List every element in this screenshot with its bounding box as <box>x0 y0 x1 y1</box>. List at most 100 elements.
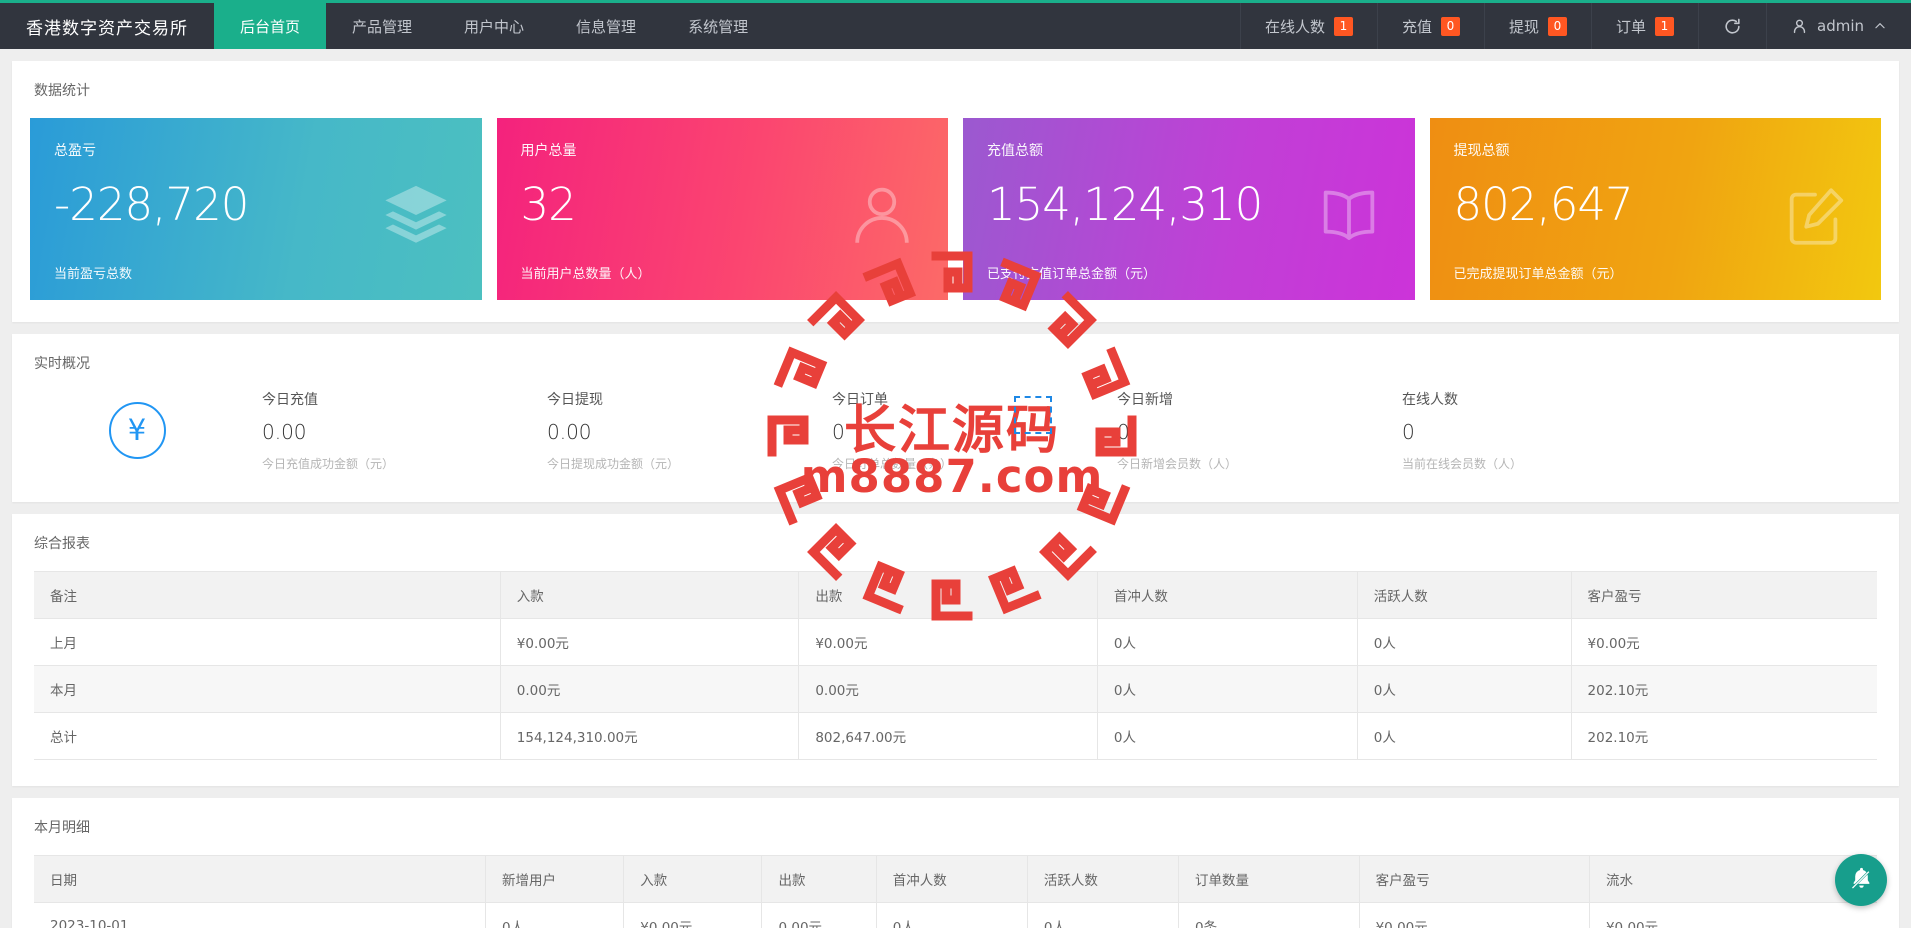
note-edit-icon <box>1777 180 1853 254</box>
header-online-count[interactable]: 在线人数 1 <box>1239 3 1377 49</box>
stat-card-total-withdraw[interactable]: 提现总额 802,647 已完成提现订单总金额（元） <box>1429 118 1881 300</box>
stat-card-total-users[interactable]: 用户总量 32 当前用户总数量（人） <box>496 118 948 300</box>
realtime-overview-panel: 实时概况 ¥ 今日充值 0.00 今日充值成功金额（元） 今日提现 0.00 今… <box>12 334 1899 502</box>
nav-item-label: 用户中心 <box>464 17 525 36</box>
notification-mute-button[interactable] <box>1835 854 1887 906</box>
table-cell: 0人 <box>1356 618 1572 666</box>
realtime-item-label: 今日提现 <box>547 392 603 408</box>
user-group-icon <box>844 180 920 254</box>
table-cell: ¥0.00元 <box>1570 618 1877 666</box>
nav-item-label: 产品管理 <box>352 17 413 36</box>
table-row: 2023-10-01 0人 ¥0.00元 0.00元 0人 0人 0条 ¥0.0… <box>34 902 1877 928</box>
table-cell: ¥0.00元 <box>499 618 799 666</box>
realtime-item-label: 今日新增 <box>1117 392 1173 408</box>
table-cell: 0.00元 <box>499 665 799 713</box>
column-header: 备注 <box>34 571 501 619</box>
realtime-item-value: 0.00 <box>547 420 592 444</box>
nav-item-dashboard[interactable]: 后台首页 <box>214 3 327 49</box>
stat-card-sub: 已支付充值订单总金额（元） <box>987 267 1157 282</box>
realtime-item-sub: 当前在线会员数（人） <box>1402 457 1523 471</box>
column-header: 出款 <box>798 571 1098 619</box>
stat-card-title: 提现总额 <box>1453 143 1510 159</box>
realtime-item-value: 0 <box>1117 420 1130 444</box>
table-cell: 本月 <box>34 665 501 713</box>
column-header: 首冲人数 <box>1096 571 1358 619</box>
realtime-item-value: 0 <box>1402 420 1415 444</box>
column-header: 日期 <box>34 855 486 903</box>
realtime-item-label: 今日充值 <box>262 392 318 408</box>
table-cell: ¥0.00元 <box>1358 902 1590 928</box>
stat-card-sub: 当前用户总数量（人） <box>520 267 651 282</box>
table-cell: 0人 <box>1356 712 1572 760</box>
table-cell: 802,647.00元 <box>798 712 1098 760</box>
column-header: 出款 <box>761 855 877 903</box>
realtime-item-online-count: 在线人数 0 当前在线会员数（人） <box>1402 389 1687 472</box>
stat-card-total-recharge[interactable]: 充值总额 154,124,310 已支付充值订单总金额（元） <box>963 118 1415 300</box>
summary-report-panel: 综合报表 备注 入款 出款 首冲人数 活跃人数 客户盈亏 上月 ¥0.00元 ¥… <box>12 514 1899 786</box>
column-header: 活跃人数 <box>1356 571 1572 619</box>
realtime-overview-title: 实时概况 <box>34 356 90 372</box>
column-header: 活跃人数 <box>1026 855 1179 903</box>
yen-glyph: ¥ <box>127 413 147 447</box>
header-withdraw-badge: 0 <box>1547 16 1567 36</box>
header-recharge[interactable]: 充值 0 <box>1376 3 1484 49</box>
stat-card-sub: 当前盈亏总数 <box>54 267 133 282</box>
layers-icon <box>378 180 454 254</box>
table-header-row: 日期 新增用户 入款 出款 首冲人数 活跃人数 订单数量 客户盈亏 流水 <box>34 855 1877 903</box>
table-cell: 0人 <box>1096 618 1358 666</box>
refresh-button[interactable] <box>1698 3 1766 49</box>
stat-card-total-pnl[interactable]: 总盈亏 -228,720 当前盈亏总数 <box>30 118 482 300</box>
summary-report-table: 备注 入款 出款 首冲人数 活跃人数 客户盈亏 上月 ¥0.00元 ¥0.00元… <box>34 571 1877 760</box>
nav-item-label: 后台首页 <box>240 17 301 36</box>
table-cell: 上月 <box>34 618 501 666</box>
nav-item-info-management[interactable]: 信息管理 <box>550 3 662 49</box>
month-detail-table-wrap: 日期 新增用户 入款 出款 首冲人数 活跃人数 订单数量 客户盈亏 流水 202… <box>12 841 1899 928</box>
table-cell: 0人 <box>1096 665 1358 713</box>
realtime-item-sub: 今日充值成功金额（元） <box>262 457 395 471</box>
column-header: 新增用户 <box>485 855 624 903</box>
header-withdraw[interactable]: 提现 0 <box>1483 3 1591 49</box>
stat-card-title: 充值总额 <box>987 143 1043 159</box>
summary-report-table-wrap: 备注 入款 出款 首冲人数 活跃人数 客户盈亏 上月 ¥0.00元 ¥0.00元… <box>12 557 1899 786</box>
nav-item-user-center[interactable]: 用户中心 <box>438 3 550 49</box>
column-header: 订单数量 <box>1177 855 1360 903</box>
table-row: 总计 154,124,310.00元 802,647.00元 0人 0人 202… <box>34 712 1877 760</box>
user-name-label: admin <box>1817 17 1864 35</box>
header-orders[interactable]: 订单 1 <box>1590 3 1698 49</box>
column-header: 首冲人数 <box>875 855 1028 903</box>
realtime-item-value: 0.00 <box>262 420 307 444</box>
table-cell: 0条 <box>1177 902 1360 928</box>
month-detail-table: 日期 新增用户 入款 出款 首冲人数 活跃人数 订单数量 客户盈亏 流水 202… <box>34 855 1877 928</box>
nav-item-system-management[interactable]: 系统管理 <box>662 3 774 49</box>
realtime-item-today-orders: 今日订单 0 今日订单总数量（条） <box>832 389 1117 472</box>
month-detail-title: 本月明细 <box>34 820 90 836</box>
top-navigation-bar: 香港数字资产交易所 后台首页 产品管理 用户中心 信息管理 系统管理 在线人数 … <box>0 0 1911 49</box>
table-cell: 2023-10-01 <box>34 902 486 928</box>
header-online-count-badge: 1 <box>1333 16 1353 36</box>
brand-title: 香港数字资产交易所 <box>26 18 188 39</box>
nav-item-label: 系统管理 <box>688 17 749 36</box>
realtime-item-today-recharge: 今日充值 0.00 今日充值成功金额（元） <box>262 389 547 472</box>
table-cell: 0.00元 <box>798 665 1098 713</box>
table-cell: ¥0.00元 <box>1588 902 1877 928</box>
header-orders-label: 订单 <box>1615 17 1646 36</box>
table-cell: 202.10元 <box>1570 665 1877 713</box>
user-menu[interactable]: admin <box>1766 3 1911 49</box>
stat-card-group: 总盈亏 -228,720 当前盈亏总数 用户总量 32 当前用户总数量（人） 充… <box>12 104 1899 322</box>
table-cell: 202.10元 <box>1570 712 1877 760</box>
stat-card-title: 总盈亏 <box>54 143 96 159</box>
table-cell: 0人 <box>485 902 624 928</box>
header-right-group: 在线人数 1 充值 0 提现 0 订单 1 admin <box>1239 3 1911 49</box>
header-online-count-label: 在线人数 <box>1264 17 1325 36</box>
stat-card-sub: 已完成提现订单总金额（元） <box>1453 267 1623 282</box>
column-header: 入款 <box>499 571 799 619</box>
header-recharge-label: 充值 <box>1401 17 1432 36</box>
user-icon <box>1791 17 1808 35</box>
table-cell: 0人 <box>1096 712 1358 760</box>
table-cell: 154,124,310.00元 <box>499 712 799 760</box>
header-withdraw-label: 提现 <box>1508 17 1539 36</box>
table-cell: 0人 <box>1356 665 1572 713</box>
nav-item-label: 信息管理 <box>576 17 637 36</box>
nav-item-product-management[interactable]: 产品管理 <box>326 3 438 49</box>
realtime-item-today-new-users: 今日新增 0 今日新增会员数（人） <box>1117 389 1402 472</box>
